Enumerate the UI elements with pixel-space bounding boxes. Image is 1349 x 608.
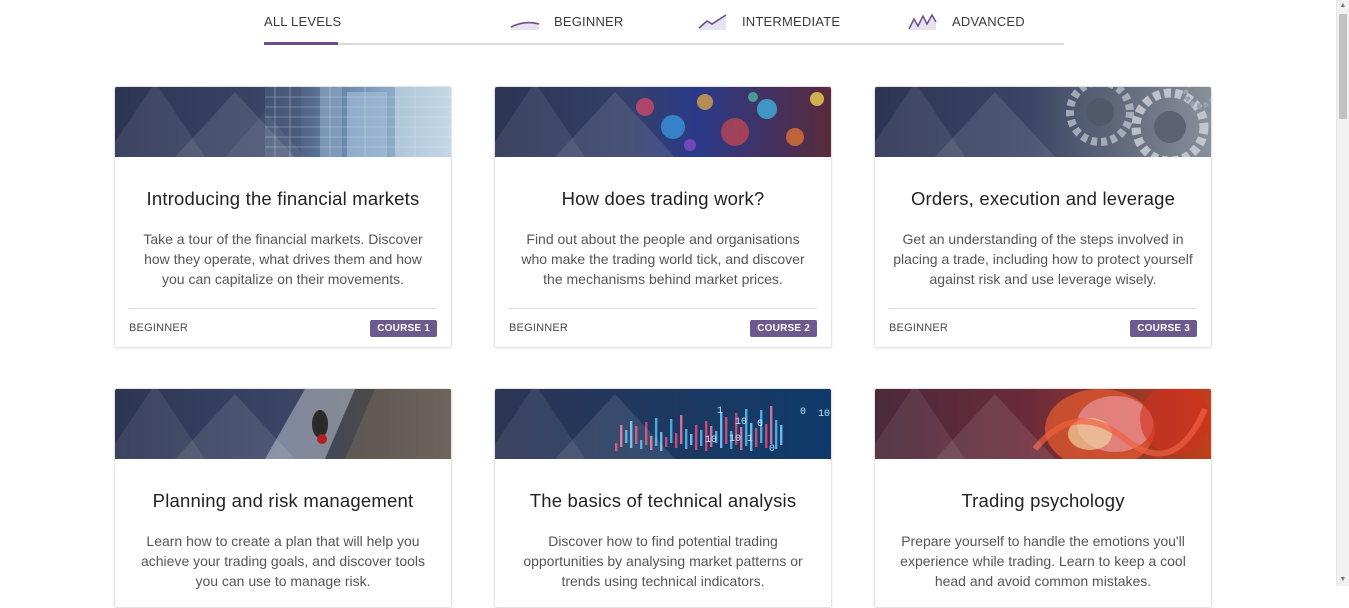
banner-bar — [670, 419, 673, 443]
climber-banner — [115, 389, 451, 459]
banner-bar — [780, 425, 783, 445]
tab-label: INTERMEDIATE — [742, 14, 841, 29]
scroll-up-icon[interactable]: ▲ — [1337, 0, 1349, 12]
card-title: Orders, execution and leverage — [910, 188, 1176, 209]
level-label: BEGINNER — [129, 322, 189, 334]
card-description: Prepare yourself to handle the emotions … — [900, 533, 1186, 589]
card-footer: BEGINNER COURSE 2 — [509, 308, 817, 347]
banner-bar — [725, 417, 728, 444]
course-card[interactable]: Planning and risk management Learn how t… — [114, 388, 452, 608]
scroll-down-icon[interactable]: ▼ — [1337, 574, 1349, 586]
tab-label: ADVANCED — [952, 14, 1025, 29]
card-title: The basics of technical analysis — [529, 490, 797, 511]
page-scrollbar[interactable]: ▲ ▼ — [1336, 0, 1349, 586]
course-card[interactable]: Trading psychology Prepare yourself to h… — [874, 388, 1212, 608]
banner-bar — [720, 412, 723, 448]
card-title: How does trading work? — [561, 188, 765, 209]
banner-bar — [765, 424, 768, 448]
banner-bar — [700, 430, 703, 446]
banner-digit: 0 — [800, 407, 806, 418]
course-badge: COURSE 2 — [750, 319, 817, 337]
banner-bar — [695, 425, 698, 450]
intermediate-chart-icon — [698, 13, 727, 30]
banner-bar — [675, 433, 678, 448]
banner-digit: 0 — [757, 419, 763, 430]
banner-digit: 10 — [735, 417, 747, 428]
level-label: BEGINNER — [889, 322, 949, 334]
card-footer: BEGINNER COURSE 1 — [129, 308, 437, 347]
course-badge: COURSE 3 — [1130, 319, 1197, 337]
banner-bar — [775, 420, 778, 449]
tab-label: ALL LEVELS — [264, 14, 342, 29]
advanced-chart-icon — [908, 12, 937, 30]
banner-digit: 10 — [705, 435, 717, 446]
card-description: Find out about the people and organisati… — [521, 231, 805, 287]
course-card[interactable]: 0 10 10 10 0 10 1 0 1 The basics of tech… — [494, 388, 832, 608]
card-footer: BEGINNER COURSE 3 — [889, 308, 1197, 347]
tab-beginner[interactable]: BEGINNER — [510, 0, 624, 43]
banner-digit: 1 — [717, 406, 723, 417]
beginner-chart-icon — [510, 21, 540, 30]
banner-bar — [690, 434, 693, 445]
card-description: Get an understanding of the steps involv… — [893, 231, 1193, 287]
card-description: Discover how to find potential trading o… — [523, 533, 803, 589]
course-card[interactable]: Orders, execution and leverage Get an un… — [874, 86, 1212, 348]
banner-digit: 10 1 — [729, 434, 753, 445]
banner-bar — [665, 437, 668, 447]
card-title: Trading psychology — [961, 490, 1125, 511]
card-description: Take a tour of the financial markets. Di… — [143, 231, 423, 287]
course-card[interactable]: Introducing the financial markets Take a… — [114, 86, 452, 348]
banner-digit: 0 — [769, 444, 775, 455]
banner-digit: 10 — [818, 409, 830, 420]
tab-label: BEGINNER — [554, 14, 624, 29]
skyscrapers-banner — [115, 87, 451, 157]
card-description: Learn how to create a plan that will hel… — [140, 533, 426, 589]
level-filter-tabs: ALL LEVELS BEGINNER INTERMEDIATE ADVANCE… — [264, 0, 1064, 45]
tab-intermediate[interactable]: INTERMEDIATE — [698, 0, 840, 43]
tab-advanced[interactable]: ADVANCED — [908, 0, 1025, 43]
course-badge: COURSE 1 — [370, 319, 437, 337]
banner-bar — [680, 415, 683, 444]
banner-bar — [685, 429, 688, 449]
banner-bar — [770, 406, 773, 444]
data-chart-banner: 0 10 10 10 0 10 1 0 1 — [495, 389, 831, 459]
card-title: Planning and risk management — [152, 490, 414, 511]
tab-all-levels[interactable]: ALL LEVELS — [264, 0, 342, 45]
abstract-face-banner — [875, 389, 1211, 459]
scroll-thumb[interactable] — [1339, 14, 1347, 119]
course-card[interactable]: How does trading work? Find out about th… — [494, 86, 832, 348]
gears-banner — [875, 87, 1211, 157]
city-lights-banner — [495, 87, 831, 157]
level-label: BEGINNER — [509, 322, 569, 334]
banner-bar — [755, 428, 758, 447]
card-title: Introducing the financial markets — [146, 188, 420, 209]
active-tab-indicator — [264, 42, 338, 45]
